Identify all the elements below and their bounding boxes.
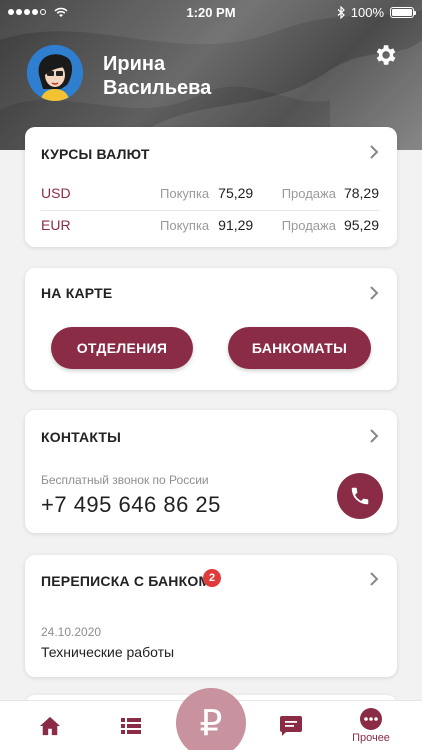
wifi-icon [54,7,68,17]
message-text: Технические работы [41,644,175,660]
currency-code: USD [41,185,71,201]
tab-home[interactable] [30,701,70,750]
ruble-icon: ₽ [199,702,223,744]
signal-strength-icon [8,9,46,15]
buy-label: Покупка [160,185,210,201]
battery-icon [390,6,416,18]
call-button[interactable] [337,473,383,519]
tab-more[interactable]: Прочее [346,701,396,750]
contacts-title: КОНТАКТЫ [41,429,122,445]
currency-rates-card[interactable]: КУРСЫ ВАЛЮТ USD Покупка 75,29 Продажа 78… [25,127,397,247]
battery-percent: 100% [350,4,384,20]
rate-row-usd: USD Покупка 75,29 Продажа 78,29 [41,178,379,208]
unread-badge: 2 [203,569,221,587]
contacts-card[interactable]: КОНТАКТЫ Бесплатный звонок по России +7 … [25,410,397,533]
chat-icon [280,716,302,736]
phone-number[interactable]: +7 495 646 86 25 [41,492,221,518]
bank-correspondence-card[interactable]: ПЕРЕПИСКА С БАНКОМ 2 24.10.2020 Техничес… [25,555,397,677]
correspondence-title: ПЕРЕПИСКА С БАНКОМ [41,573,211,589]
map-card[interactable]: НА КАРТЕ ОТДЕЛЕНИЯ БАНКОМАТЫ [25,268,397,390]
bluetooth-icon [337,5,345,19]
user-last-name: Васильева [103,77,212,99]
tab-chat[interactable] [271,701,311,750]
chevron-right-icon [370,145,379,159]
sell-value: 78,29 [343,185,379,201]
tab-history[interactable] [111,701,151,750]
list-icon [121,718,141,734]
sell-label: Продажа [281,217,336,233]
currency-rates-title: КУРСЫ ВАЛЮТ [41,146,150,162]
chevron-right-icon [370,429,379,443]
gear-icon[interactable] [372,42,398,68]
status-bar: 1:20 PM 100% [0,0,422,24]
chevron-right-icon [370,572,379,586]
home-icon [40,716,60,736]
payments-fab[interactable]: ₽ [176,688,246,750]
sell-value: 95,29 [343,217,379,233]
phone-icon [351,487,369,505]
chevron-right-icon [370,286,379,300]
buy-label: Покупка [160,217,210,233]
buy-value: 75,29 [218,185,254,201]
user-first-name: Ирина [103,53,166,75]
buy-value: 91,29 [218,217,254,233]
free-call-label: Бесплатный звонок по России [41,473,209,487]
tab-more-label: Прочее [352,732,390,744]
branches-button[interactable]: ОТДЕЛЕНИЯ [51,327,193,369]
currency-code: EUR [41,217,71,233]
rate-row-eur: EUR Покупка 91,29 Продажа 95,29 [41,210,379,240]
atms-button[interactable]: БАНКОМАТЫ [228,327,371,369]
message-date: 24.10.2020 [41,625,102,639]
more-icon [360,708,382,730]
sell-label: Продажа [281,185,336,201]
map-title: НА КАРТЕ [41,285,113,301]
user-name: Ирина Васильева [103,52,211,100]
avatar[interactable] [27,45,83,101]
